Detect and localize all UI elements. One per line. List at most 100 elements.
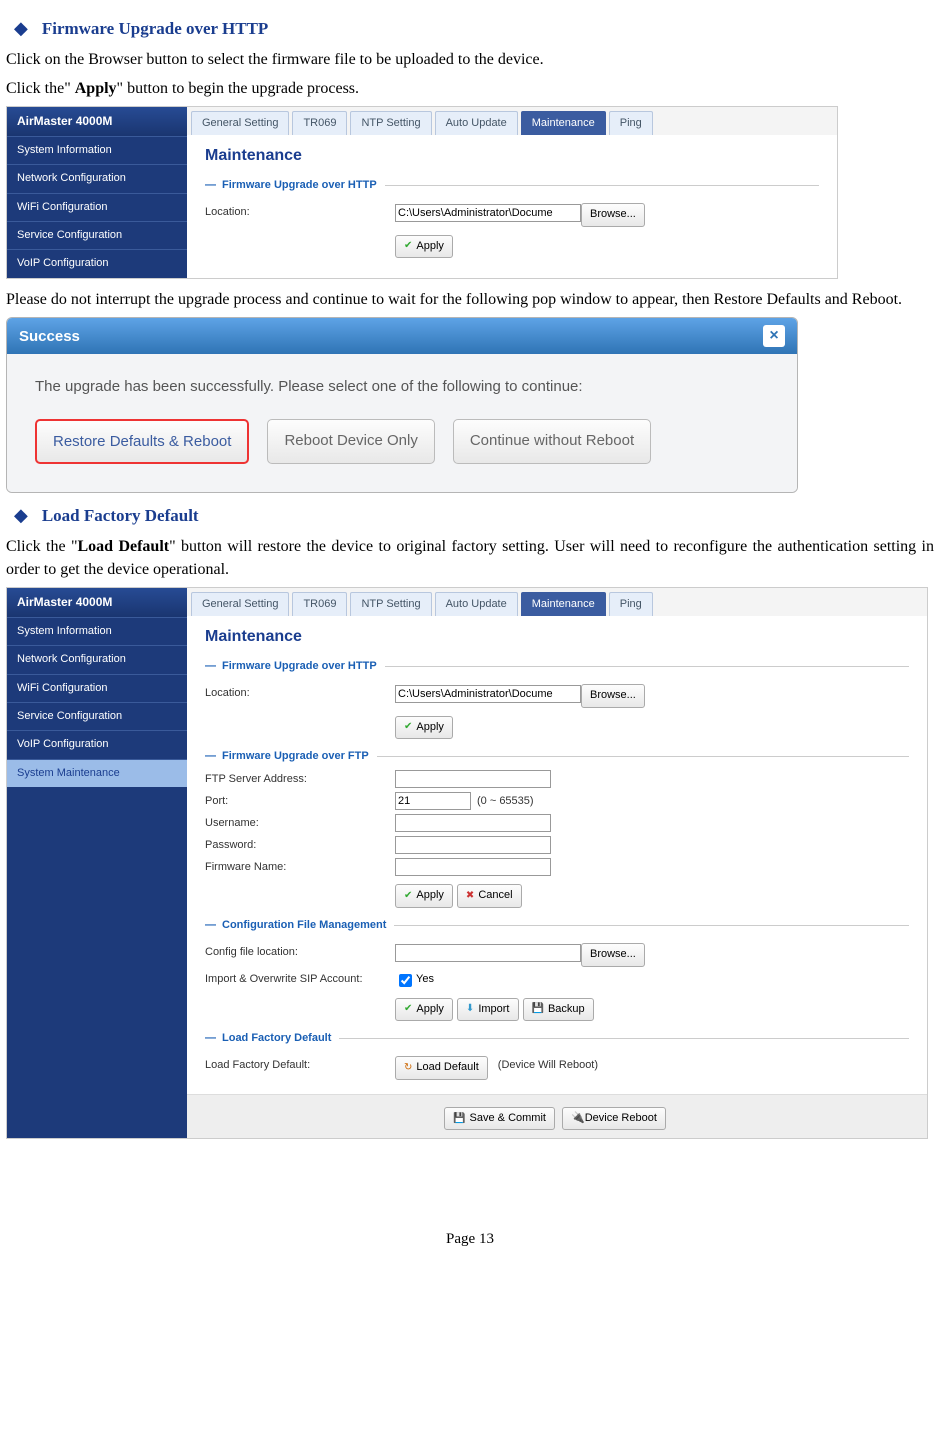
tab-ntp[interactable]: NTP Setting (350, 592, 431, 616)
label-username: Username: (205, 816, 395, 831)
tab-maintenance[interactable]: Maintenance (521, 111, 606, 135)
sidebar-item-wifi[interactable]: WiFi Configuration (7, 674, 187, 702)
heading-text: Firmware Upgrade over HTTP (42, 17, 268, 41)
import-button[interactable]: Import (457, 998, 519, 1021)
heading-text: Load Factory Default (42, 504, 199, 528)
sidebar-item-wifi[interactable]: WiFi Configuration (7, 193, 187, 221)
sidebar-title: AirMaster 4000M (7, 588, 187, 617)
location-input[interactable] (395, 685, 581, 703)
browse-button[interactable]: Browse... (581, 203, 645, 226)
port-range: (0 ~ 65535) (477, 794, 534, 809)
load-default-button[interactable]: Load Default (395, 1056, 488, 1079)
username-input[interactable] (395, 814, 551, 832)
page-footer: Page 13 (6, 1229, 934, 1250)
apply-button[interactable]: Apply (395, 235, 453, 258)
text: Device Reboot (585, 1111, 657, 1126)
bottom-bar: Save & Commit 🔌 Device Reboot (187, 1094, 927, 1139)
section-header-http: —Firmware Upgrade over HTTP (205, 659, 909, 674)
tab-general[interactable]: General Setting (191, 592, 289, 616)
section-header-http: —Firmware Upgrade over HTTP (205, 178, 819, 193)
section-title: Firmware Upgrade over HTTP (222, 659, 377, 674)
ftp-server-input[interactable] (395, 770, 551, 788)
sidebar-title: AirMaster 4000M (7, 107, 187, 136)
section-title: Configuration File Management (222, 918, 386, 933)
tab-tr069[interactable]: TR069 (292, 111, 347, 135)
page-title: Maintenance (205, 626, 909, 648)
reboot-only-button[interactable]: Reboot Device Only (267, 419, 434, 464)
admin-screenshot-2: AirMaster 4000M System Information Netwo… (6, 587, 928, 1139)
dialog-title: Success (19, 326, 80, 347)
backup-button[interactable]: Backup (523, 998, 594, 1021)
label-loaddef: Load Factory Default: (205, 1058, 395, 1073)
cfgloc-input[interactable] (395, 944, 581, 962)
dialog-text: The upgrade has been successfully. Pleas… (35, 376, 769, 397)
section-header-ftp: —Firmware Upgrade over FTP (205, 749, 909, 764)
section-header-loaddef: —Load Factory Default (205, 1031, 909, 1046)
sip-checkbox[interactable] (399, 974, 412, 987)
apply-button[interactable]: Apply (395, 716, 453, 739)
admin-screenshot-1: AirMaster 4000M System Information Netwo… (6, 106, 838, 279)
section-title: Firmware Upgrade over FTP (222, 749, 369, 764)
para-warning: Please do not interrupt the upgrade proc… (6, 289, 934, 311)
text: " button to begin the upgrade process. (117, 80, 359, 97)
text: Click the " (6, 538, 78, 555)
para-apply: Click the" Apply" button to begin the up… (6, 78, 934, 100)
save-commit-button[interactable]: Save & Commit (444, 1107, 555, 1130)
tab-ntp[interactable]: NTP Setting (350, 111, 431, 135)
tabs: General Setting TR069 NTP Setting Auto U… (187, 107, 837, 135)
apply-button[interactable]: Apply (395, 998, 453, 1021)
sidebar-item-sysinfo[interactable]: System Information (7, 136, 187, 164)
sidebar-item-voip[interactable]: VoIP Configuration (7, 730, 187, 758)
sidebar-item-service[interactable]: Service Configuration (7, 221, 187, 249)
section-header-cfg: —Configuration File Management (205, 918, 909, 933)
tab-autoupdate[interactable]: Auto Update (435, 592, 518, 616)
apply-button[interactable]: Apply (395, 884, 453, 907)
label-fwname: Firmware Name: (205, 860, 395, 875)
yes-label: Yes (416, 972, 434, 987)
label-cfgloc: Config file location: (205, 945, 395, 960)
heading-firmware-upgrade: ◆ Firmware Upgrade over HTTP (6, 16, 934, 41)
para-load-default: Click the "Load Default" button will res… (6, 536, 934, 581)
dialog-header: Success × (7, 318, 797, 354)
apply-bold: Apply (75, 80, 117, 97)
reboot-note: (Device Will Reboot) (498, 1058, 598, 1073)
load-default-bold: Load Default (78, 538, 170, 555)
tab-general[interactable]: General Setting (191, 111, 289, 135)
sidebar-item-network[interactable]: Network Configuration (7, 164, 187, 192)
device-reboot-button[interactable]: 🔌 Device Reboot (562, 1107, 666, 1130)
label-sipacct: Import & Overwrite SIP Account: (205, 972, 395, 987)
close-icon[interactable]: × (763, 325, 785, 347)
continue-without-reboot-button[interactable]: Continue without Reboot (453, 419, 651, 464)
heading-load-factory-default: ◆ Load Factory Default (6, 503, 934, 528)
sidebar-item-service[interactable]: Service Configuration (7, 702, 187, 730)
tab-maintenance[interactable]: Maintenance (521, 592, 606, 616)
restore-defaults-reboot-button[interactable]: Restore Defaults & Reboot (35, 419, 249, 464)
label-port: Port: (205, 794, 395, 809)
sidebar-item-network[interactable]: Network Configuration (7, 645, 187, 673)
browse-button[interactable]: Browse... (581, 684, 645, 707)
port-input[interactable] (395, 792, 471, 810)
browse-button[interactable]: Browse... (581, 943, 645, 966)
diamond-icon: ◆ (14, 503, 28, 528)
label-location: Location: (205, 686, 395, 701)
success-dialog: Success × The upgrade has been successfu… (6, 317, 798, 493)
tab-tr069[interactable]: TR069 (292, 592, 347, 616)
text: Click the" (6, 80, 75, 97)
sidebar: AirMaster 4000M System Information Netwo… (7, 107, 187, 278)
tab-ping[interactable]: Ping (609, 592, 653, 616)
tab-ping[interactable]: Ping (609, 111, 653, 135)
label-password: Password: (205, 838, 395, 853)
sidebar: AirMaster 4000M System Information Netwo… (7, 588, 187, 1138)
diamond-icon: ◆ (14, 16, 28, 41)
label-ftp-server: FTP Server Address: (205, 772, 395, 787)
sidebar-item-sysmaint[interactable]: System Maintenance (7, 759, 187, 787)
para-browse: Click on the Browser button to select th… (6, 49, 934, 71)
section-title: Load Factory Default (222, 1031, 331, 1046)
sidebar-item-sysinfo[interactable]: System Information (7, 617, 187, 645)
location-input[interactable] (395, 204, 581, 222)
fwname-input[interactable] (395, 858, 551, 876)
tab-autoupdate[interactable]: Auto Update (435, 111, 518, 135)
password-input[interactable] (395, 836, 551, 854)
sidebar-item-voip[interactable]: VoIP Configuration (7, 249, 187, 277)
cancel-button[interactable]: Cancel (457, 884, 522, 907)
